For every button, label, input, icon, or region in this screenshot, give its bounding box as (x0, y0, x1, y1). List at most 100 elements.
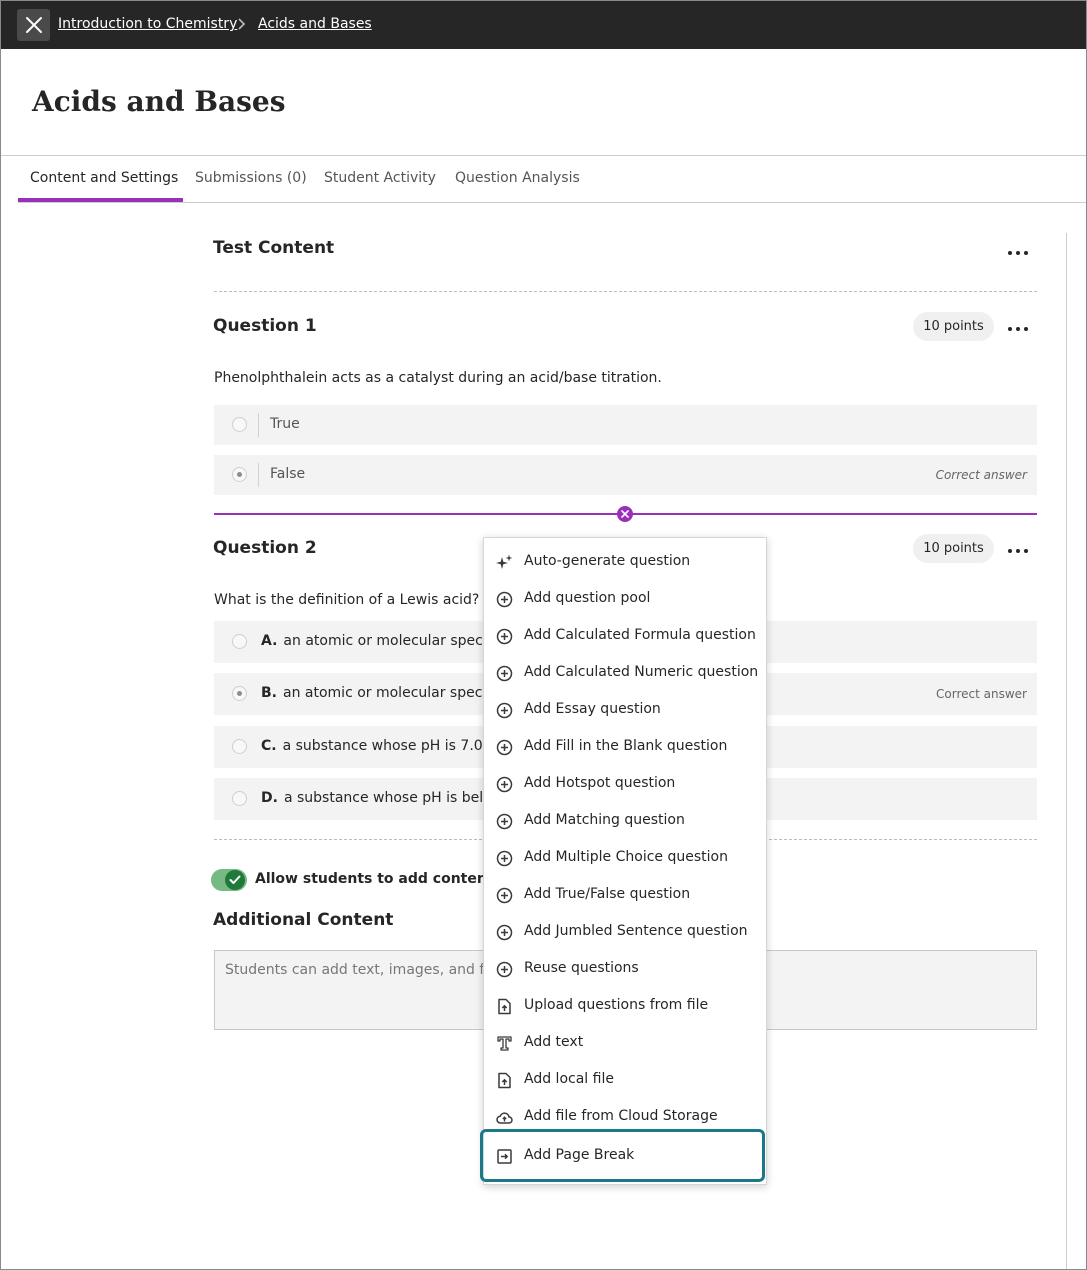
file-upload-icon (496, 998, 513, 1015)
plus-circle-icon (496, 591, 513, 608)
close-icon (25, 17, 42, 33)
close-insert-button[interactable] (617, 506, 633, 522)
plus-circle-icon (496, 702, 513, 719)
plus-circle-icon (496, 887, 513, 904)
plus-circle-icon (496, 850, 513, 867)
file-upload-icon (496, 1072, 513, 1089)
answer-label: an atomic or molecular species (283, 633, 503, 649)
menu-item-label: Add file from Cloud Storage (524, 1108, 718, 1124)
menu-item-add-question-pool[interactable]: Add question pool (484, 581, 766, 618)
answer-letter: D. (261, 790, 278, 806)
menu-item-label: Add Matching question (524, 812, 685, 828)
add-content-menu: Auto-generate question Add question pool… (483, 537, 767, 1185)
answer-letter: C. (261, 738, 277, 754)
answer-label: a substance whose pH is 7.0 (282, 738, 483, 754)
menu-item-label: Reuse questions (524, 960, 639, 976)
menu-item-label: Add Hotspot question (524, 775, 676, 791)
menu-item-label: Add Calculated Numeric question (524, 664, 759, 680)
checkmark-icon (229, 875, 241, 884)
divider (258, 463, 259, 487)
sparkle-icon (496, 554, 513, 571)
menu-item-add-multiple-choice[interactable]: Add Multiple Choice question (484, 840, 766, 877)
cloud-upload-icon (496, 1109, 513, 1126)
more-options-icon[interactable] (1006, 323, 1030, 335)
menu-item-label: Upload questions from file (524, 997, 709, 1013)
page-title: Acids and Bases (32, 85, 286, 118)
menu-item-add-calculated-formula[interactable]: Add Calculated Formula question (484, 618, 766, 655)
plus-circle-icon (496, 665, 513, 682)
answer-letter: B. (261, 685, 277, 701)
allow-content-toggle[interactable] (211, 869, 247, 891)
question-1-title: Question 1 (213, 316, 317, 336)
menu-item-label: Add Multiple Choice question (524, 849, 728, 865)
plus-circle-icon (496, 739, 513, 756)
menu-item-upload-questions[interactable]: Upload questions from file (484, 988, 766, 1025)
toggle-knob (225, 870, 245, 890)
question-2-points-badge[interactable]: 10 points (913, 534, 994, 563)
question-2-title: Question 2 (213, 538, 317, 558)
radio-button[interactable] (232, 467, 247, 482)
close-icon (621, 510, 629, 518)
chevron-right-icon (238, 18, 246, 30)
answer-label: a substance whose pH is below (283, 790, 504, 806)
menu-item-label: Add local file (524, 1071, 614, 1087)
answer-letter: A. (261, 633, 278, 649)
menu-item-add-calculated-numeric[interactable]: Add Calculated Numeric question (484, 655, 766, 692)
radio-button[interactable] (232, 634, 247, 649)
divider (258, 413, 259, 437)
menu-item-add-matching[interactable]: Add Matching question (484, 803, 766, 840)
tab-content-and-settings[interactable]: Content and Settings (30, 170, 178, 186)
radio-button[interactable] (232, 417, 247, 432)
menu-item-add-text[interactable]: Add text (484, 1025, 766, 1062)
plus-circle-icon (496, 961, 513, 978)
menu-item-add-jumbled-sentence[interactable]: Add Jumbled Sentence question (484, 914, 766, 951)
menu-item-label: Add Fill in the Blank question (524, 738, 728, 754)
tab-question-analysis[interactable]: Question Analysis (455, 170, 580, 186)
answer-option[interactable]: True (214, 405, 1037, 445)
menu-item-label: Add text (524, 1034, 584, 1050)
breadcrumb-course-link[interactable]: Introduction to Chemistry (58, 16, 237, 32)
question-2-text: What is the definition of a Lewis acid? (214, 592, 480, 608)
question-1-text: Phenolphthalein acts as a catalyst durin… (214, 370, 662, 386)
plus-circle-icon (496, 813, 513, 830)
more-options-icon[interactable] (1006, 247, 1030, 259)
menu-item-add-true-false[interactable]: Add True/False question (484, 877, 766, 914)
menu-item-reuse-questions[interactable]: Reuse questions (484, 951, 766, 988)
question-1-points-badge[interactable]: 10 points (913, 312, 994, 341)
radio-button[interactable] (232, 686, 247, 701)
radio-button[interactable] (232, 739, 247, 754)
menu-item-label: Auto-generate question (524, 553, 691, 569)
divider (1, 155, 1086, 156)
menu-item-label: Add Jumbled Sentence question (524, 923, 748, 939)
answer-text: B. an atomic or molecular species (261, 685, 502, 701)
menu-item-label: Add Essay question (524, 701, 661, 717)
radio-button[interactable] (232, 791, 247, 806)
answer-label: an atomic or molecular species (283, 685, 503, 701)
menu-item-auto-generate-question[interactable]: Auto-generate question (484, 544, 766, 581)
top-bar: Introduction to Chemistry Acids and Base… (1, 1, 1086, 49)
menu-item-label: Add question pool (524, 590, 651, 606)
answer-label: False (270, 466, 306, 482)
highlight-frame (480, 1129, 765, 1182)
menu-item-add-hotspot[interactable]: Add Hotspot question (484, 766, 766, 803)
menu-item-add-local-file[interactable]: Add local file (484, 1062, 766, 1099)
additional-content-heading: Additional Content (213, 910, 394, 930)
menu-item-label: Add Calculated Formula question (524, 627, 756, 643)
plus-circle-icon (496, 924, 513, 941)
answer-text: A. an atomic or molecular species (261, 633, 503, 649)
breadcrumb-current-link[interactable]: Acids and Bases (258, 16, 372, 32)
answer-text: D. a substance whose pH is below (261, 790, 503, 806)
text-icon (496, 1035, 513, 1052)
close-button[interactable] (17, 9, 50, 41)
tab-submissions[interactable]: Submissions (0) (195, 170, 307, 186)
answer-label: True (270, 416, 300, 432)
more-options-icon[interactable] (1006, 545, 1030, 557)
test-content-heading: Test Content (213, 238, 335, 258)
divider (214, 291, 1037, 292)
app-frame: Introduction to Chemistry Acids and Base… (0, 0, 1087, 1270)
tab-student-activity[interactable]: Student Activity (324, 170, 436, 186)
menu-item-add-essay[interactable]: Add Essay question (484, 692, 766, 729)
answer-option[interactable]: False Correct answer (214, 455, 1037, 495)
additional-content-placeholder: Students can add text, images, and files (225, 962, 508, 978)
menu-item-add-fill-in-the-blank[interactable]: Add Fill in the Blank question (484, 729, 766, 766)
